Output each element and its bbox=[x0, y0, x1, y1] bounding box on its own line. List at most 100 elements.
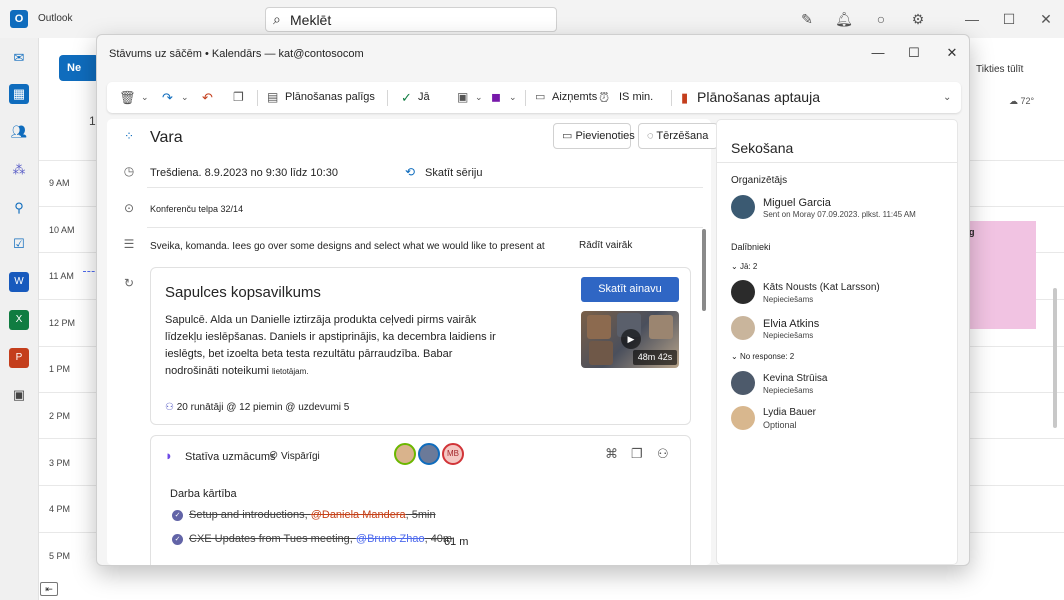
agenda-item: CXE Updates from Tues meeting, @Bruno Zh… bbox=[189, 533, 453, 545]
avatar[interactable]: MB bbox=[442, 443, 464, 465]
loop-tag: Vispārīgi bbox=[281, 451, 320, 462]
show-more-link[interactable]: Rādīt vairāk bbox=[579, 240, 632, 251]
calendar-scrollbar[interactable] bbox=[1053, 288, 1057, 428]
weather-readout: ☁ 72° bbox=[1009, 96, 1035, 106]
popup-maximize-icon[interactable]: ☐ bbox=[900, 43, 928, 63]
word-icon[interactable]: W bbox=[9, 272, 29, 292]
share-people-icon[interactable]: ⚇ bbox=[657, 446, 669, 462]
search-input[interactable]: Meklēt bbox=[290, 12, 331, 28]
attendee-role: Nepieciešams bbox=[763, 295, 814, 304]
delete-icon[interactable]: 🗑︎ bbox=[119, 82, 136, 113]
avatar[interactable] bbox=[394, 443, 416, 465]
avatar[interactable] bbox=[731, 406, 755, 430]
avatar[interactable] bbox=[731, 280, 755, 304]
app-name: Outlook bbox=[38, 13, 73, 24]
chevron-down-icon[interactable]: ⌄ bbox=[509, 82, 517, 113]
attachment-icon[interactable]: ⚲ bbox=[9, 198, 29, 218]
chevron-down-icon[interactable]: ⌄ bbox=[181, 82, 189, 113]
avatar[interactable] bbox=[418, 443, 440, 465]
teams-meeting-icon[interactable]: ◼ bbox=[491, 82, 501, 113]
chevron-down-icon[interactable]: ⌄ bbox=[475, 82, 483, 113]
reminder-select[interactable]: IS min. bbox=[619, 82, 653, 113]
loop-component-card: ◗ Statīva uzmācums ⊘ Vispārīgi MB ⌘ ❐ ⚇ … bbox=[150, 435, 691, 565]
bar-chart-icon: ▮ bbox=[681, 90, 689, 105]
note-icon[interactable]: ✎ bbox=[797, 9, 817, 29]
expand-ribbon-chevron-icon[interactable]: ⌄ bbox=[943, 82, 951, 113]
loop-component-name[interactable]: Statīva uzmācums bbox=[185, 451, 275, 463]
rsvp-yes-button[interactable]: Jā bbox=[418, 82, 430, 113]
calendar-icon[interactable]: ▦ bbox=[9, 84, 29, 104]
more-apps-icon[interactable]: ▣ bbox=[9, 385, 29, 405]
hour-label: 4 PM bbox=[49, 504, 71, 514]
avatar[interactable] bbox=[731, 316, 755, 340]
window-close-icon[interactable]: ✕ bbox=[1036, 9, 1056, 29]
play-icon[interactable]: ▶ bbox=[621, 329, 641, 349]
recording-thumbnail[interactable]: ▶ 48m 42s bbox=[581, 311, 679, 368]
details-scrollbar[interactable] bbox=[702, 229, 706, 311]
meeting-recap-card: Sapulces kopsavilkums Skatīt ainavu Sapu… bbox=[150, 267, 691, 425]
new-event-button[interactable]: Ne bbox=[59, 55, 99, 81]
excel-icon[interactable]: X bbox=[9, 310, 29, 330]
join-button[interactable]: ▭ Pievienoties bbox=[553, 123, 635, 149]
people-icon[interactable]: 👥︎ bbox=[9, 122, 29, 142]
search-box[interactable]: ⌕ Meklēt bbox=[265, 7, 557, 32]
group-no-response[interactable]: ⌄ No response: 2 bbox=[731, 352, 794, 361]
attendee-name[interactable]: Kevina Strūisa bbox=[763, 373, 827, 384]
chat-icon: ◌ bbox=[647, 130, 657, 142]
recap-summary-text: Sapulcē. Alda un Danielle iztirzāja prod… bbox=[165, 314, 496, 377]
calendar-status-icon[interactable]: ▣ bbox=[457, 82, 468, 113]
group-yes[interactable]: ⌄ Jā: 2 bbox=[731, 262, 757, 271]
event-title[interactable]: Vara bbox=[150, 129, 183, 147]
forward-icon[interactable]: ↷ bbox=[162, 82, 173, 113]
pane-toggle-icon[interactable]: ⇤ bbox=[40, 582, 58, 596]
view-recording-button[interactable]: Skatīt ainavu bbox=[581, 277, 679, 302]
groups-icon[interactable]: ⁂ bbox=[9, 160, 29, 180]
settings-gear-icon[interactable]: ⚙ bbox=[908, 9, 928, 29]
attendee-name[interactable]: Lydia Bauer bbox=[763, 407, 816, 418]
hour-label: 2 PM bbox=[49, 411, 71, 421]
popup-close-icon[interactable]: ✕ bbox=[938, 43, 966, 63]
avatar[interactable] bbox=[731, 195, 755, 219]
category-icon[interactable]: ⁘ bbox=[121, 129, 137, 143]
people-icon: ⚇ bbox=[165, 402, 177, 413]
recap-icon: ↻ bbox=[123, 276, 135, 290]
agenda-item: Setup and introductions, @Daniela Mander… bbox=[189, 509, 436, 521]
tracking-title: Sekošana bbox=[731, 140, 794, 156]
chat-button[interactable]: ◌ Tērzēšana bbox=[638, 123, 718, 149]
description-icon: ☰ bbox=[123, 237, 135, 251]
checkmark-icon: ✓ bbox=[401, 90, 412, 105]
recap-title: Sapulces kopsavilkums bbox=[165, 284, 321, 301]
attendee-name[interactable]: Elvia Atkins bbox=[763, 318, 819, 330]
event-toolbar: 🗑︎ ⌄ ↷ ⌄ ↶ ❐ ▤ Plānošanas palīgs ✓ Jā ▣ … bbox=[107, 82, 961, 113]
video-camera-icon: ▭ bbox=[562, 130, 576, 142]
event-details-card: ⁘ Vara ▭ Pievienoties ◌ Tērzēšana ◷ Treš… bbox=[107, 119, 718, 565]
location-pin-icon: ⊙ bbox=[123, 201, 135, 215]
organizer-sent: Sent on Moray 07.09.2023. plkst. 11:45 A… bbox=[763, 210, 916, 219]
meet-now-button[interactable]: Tikties tūlīt bbox=[976, 64, 1023, 75]
loop-apps-icon[interactable]: ⌘ bbox=[605, 446, 618, 462]
reply-icon[interactable]: ↶ bbox=[202, 82, 213, 113]
scheduling-poll-button[interactable]: Plānošanas aptauja bbox=[697, 82, 820, 113]
chevron-down-icon[interactable]: ⌄ bbox=[141, 82, 149, 113]
mail-icon[interactable]: ✉ bbox=[9, 48, 29, 68]
popup-minimize-icon[interactable]: — bbox=[864, 43, 892, 63]
lightbulb-icon[interactable]: ○ bbox=[871, 9, 891, 29]
copy-icon[interactable]: ❐ bbox=[233, 82, 244, 113]
attendee-name[interactable]: Kāts Nousts (Kat Larsson) bbox=[763, 282, 880, 293]
avatar[interactable] bbox=[731, 371, 755, 395]
outlook-logo-icon: O bbox=[10, 10, 28, 28]
hour-label: 11 AM bbox=[49, 271, 74, 281]
bell-icon[interactable]: 🔔︎ bbox=[834, 9, 854, 29]
busy-status-select[interactable]: Aizņemts bbox=[552, 82, 597, 113]
window-minimize-icon[interactable]: — bbox=[962, 9, 982, 29]
todo-icon[interactable]: ☑ bbox=[9, 234, 29, 254]
powerpoint-icon[interactable]: P bbox=[9, 348, 29, 368]
copy-icon[interactable]: ❐ bbox=[631, 446, 643, 462]
window-maximize-icon[interactable]: ☐ bbox=[999, 9, 1019, 29]
organizer-name[interactable]: Miguel Garcia bbox=[763, 197, 831, 209]
checkmark-icon[interactable]: ✓ bbox=[172, 534, 183, 545]
scheduling-assistant-button[interactable]: Plānošanas palīgs bbox=[285, 82, 375, 113]
view-series-link[interactable]: Skatīt sēriju bbox=[425, 167, 482, 179]
checkmark-icon[interactable]: ✓ bbox=[172, 510, 183, 521]
agenda-title: Darba kārtība bbox=[170, 488, 237, 500]
